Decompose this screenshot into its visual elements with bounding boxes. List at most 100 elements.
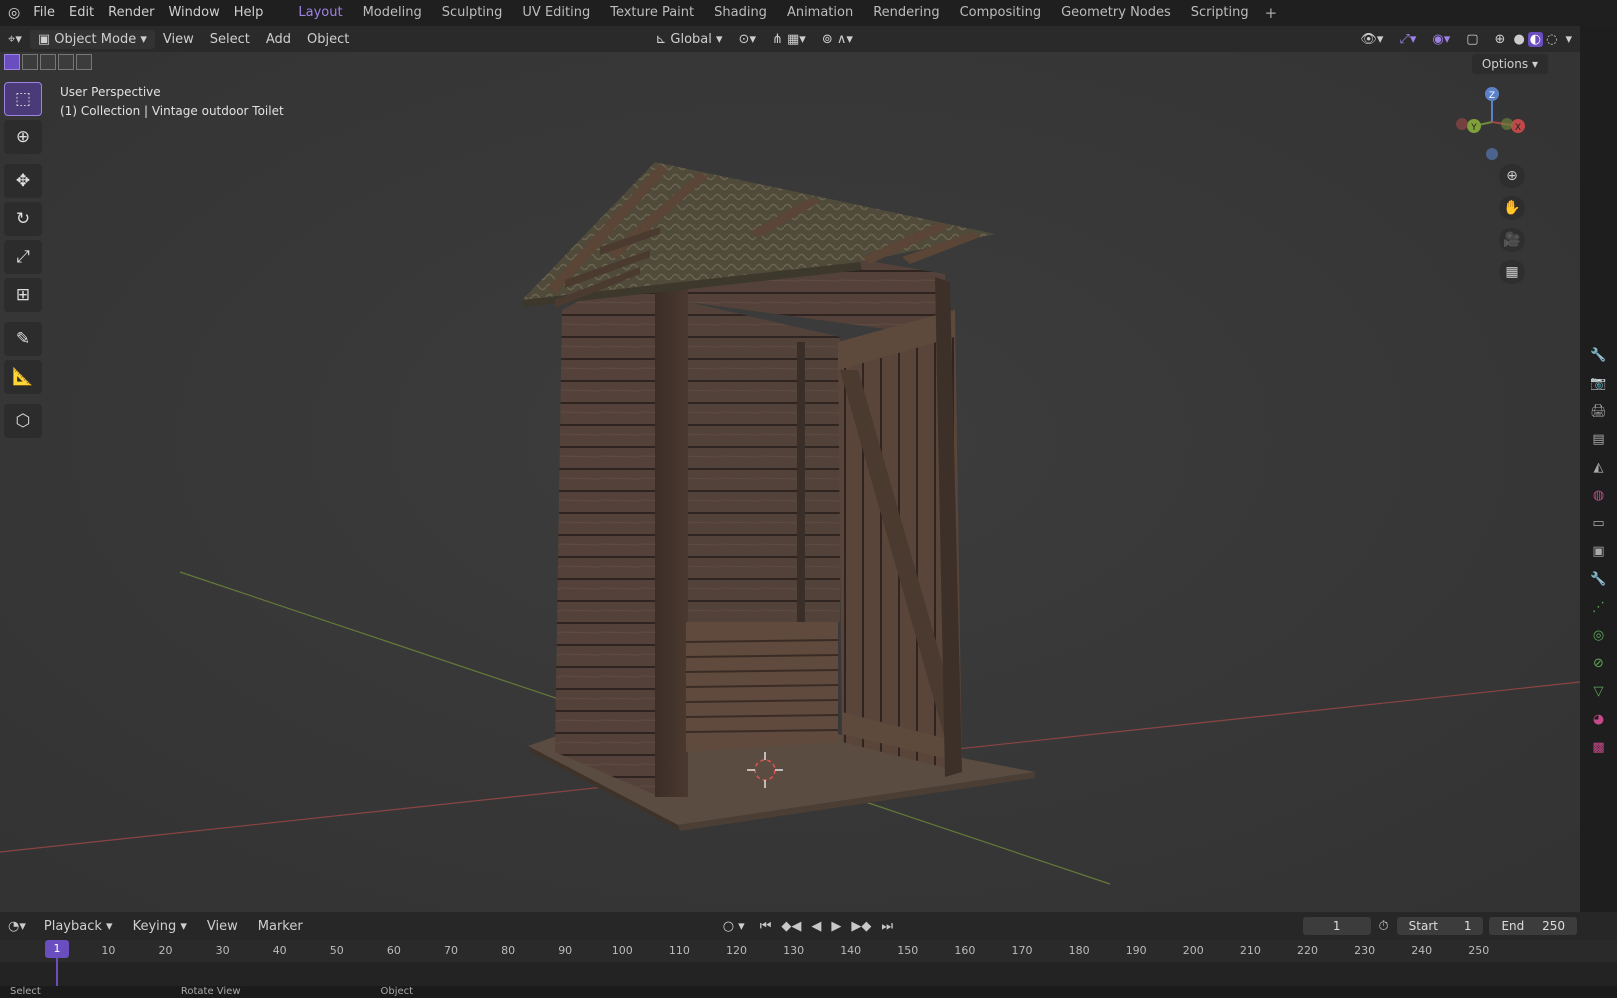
start-frame-field[interactable]: Start 1 (1396, 917, 1484, 935)
menu-file[interactable]: File (26, 0, 62, 26)
tool-properties-icon[interactable]: 🔧 (1589, 346, 1609, 366)
particles-icon[interactable]: ⋰ (1589, 598, 1609, 618)
tab-compositing[interactable]: Compositing (950, 0, 1052, 26)
timeline-ruler[interactable]: 10 20 30 40 50 60 70 80 90 100 110 120 130 140 150 160 1… (0, 940, 1617, 962)
menu-help[interactable]: Help (227, 0, 271, 26)
timeline-editor-icon[interactable]: ◔▾ (0, 919, 34, 934)
3d-viewport[interactable]: ⬚ ⊕ ✥ ↻ ⤢ ⊞ ✎ 📐 ⬡ User Perspective (1) C… (0, 52, 1580, 912)
output-properties-icon[interactable]: 🖨 (1589, 402, 1609, 422)
timeline-tick: 220 (1296, 944, 1318, 957)
render-properties-icon[interactable]: 📷 (1589, 374, 1609, 394)
scale-tool-icon[interactable]: ⤢ (4, 240, 42, 274)
material-icon[interactable]: ◕ (1589, 710, 1609, 730)
menu-edit[interactable]: Edit (62, 0, 101, 26)
collection-icon[interactable]: ▭ (1589, 514, 1609, 534)
transform-tool-icon[interactable]: ⊞ (4, 278, 42, 312)
select-invert-icon[interactable] (58, 54, 74, 70)
timeline-menu-playback[interactable]: Playback ▾ (34, 919, 123, 934)
select-subtract-icon[interactable] (40, 54, 56, 70)
end-frame-field[interactable]: End 250 (1489, 917, 1577, 935)
timeline-menu-marker[interactable]: Marker (248, 919, 313, 934)
shading-wireframe-icon[interactable]: ⊕ (1487, 32, 1514, 47)
shading-rendered-icon[interactable]: ◌ (1546, 32, 1557, 47)
physics-icon[interactable]: ◎ (1589, 626, 1609, 646)
pan-hand-icon[interactable]: ✋ (1499, 196, 1525, 220)
play-reverse-icon[interactable]: ◀ (806, 919, 826, 934)
overlay-toggle-icon[interactable]: ◉▾ (1424, 32, 1458, 47)
stopwatch-icon[interactable]: ⏱ (1371, 919, 1397, 934)
tab-texture-paint[interactable]: Texture Paint (600, 0, 704, 26)
next-keyframe-icon[interactable]: ▶◆ (846, 919, 876, 934)
timeline-menu-keying[interactable]: Keying ▾ (123, 919, 197, 934)
jump-start-icon[interactable]: ⏮ (755, 919, 777, 934)
pivot-icon[interactable]: ⊙▾ (731, 32, 764, 47)
measure-tool-icon[interactable]: 📐 (4, 360, 42, 394)
ortho-toggle-icon[interactable]: ▦ (1499, 260, 1525, 284)
zoom-icon[interactable]: ⊕ (1499, 164, 1525, 188)
options-dropdown[interactable]: Options ▾ (1471, 54, 1548, 74)
select-extend-icon[interactable] (22, 54, 38, 70)
outhouse-front-post-left (655, 232, 688, 797)
options-label: Options (1481, 57, 1529, 71)
current-frame-field[interactable]: 1 (1302, 917, 1371, 935)
scene-icon[interactable]: ◭ (1589, 458, 1609, 478)
timeline-menu-view[interactable]: View (197, 919, 248, 934)
shading-options-icon[interactable]: ▾ (1557, 32, 1580, 47)
annotate-tool-icon[interactable]: ✎ (4, 322, 42, 356)
menu-render[interactable]: Render (101, 0, 161, 26)
tab-shading[interactable]: Shading (704, 0, 777, 26)
modifier-wrench-icon[interactable]: 🔧 (1589, 570, 1609, 590)
timeline-body[interactable] (0, 962, 1617, 986)
playhead[interactable]: 1 (45, 940, 69, 958)
tab-scripting[interactable]: Scripting (1181, 0, 1259, 26)
menu-window[interactable]: Window (161, 0, 226, 26)
mode-dropdown[interactable]: ▣ Object Mode ▾ (29, 29, 155, 49)
header-menu-select[interactable]: Select (202, 32, 258, 47)
add-workspace-icon[interactable]: + (1259, 4, 1284, 22)
transform-orientation-dropdown[interactable]: ⊾ Global ▾ (647, 32, 730, 47)
header-menu-add[interactable]: Add (258, 32, 299, 47)
tab-modeling[interactable]: Modeling (353, 0, 432, 26)
header-menu-object[interactable]: Object (299, 32, 357, 47)
texture-icon[interactable]: ▩ (1589, 738, 1609, 758)
jump-end-icon[interactable]: ⏭ (876, 919, 898, 934)
data-icon[interactable]: ▽ (1589, 682, 1609, 702)
add-cube-tool-icon[interactable]: ⬡ (4, 404, 42, 438)
select-box-tool-icon[interactable]: ⬚ (4, 82, 42, 116)
xray-icon[interactable]: ▢ (1458, 32, 1486, 47)
play-icon[interactable]: ▶ (826, 919, 846, 934)
proportional-edit-icon[interactable]: ⊚ ∧▾ (814, 32, 861, 47)
tab-animation[interactable]: Animation (777, 0, 863, 26)
timeline-tick: 50 (329, 944, 344, 957)
tab-uv-editing[interactable]: UV Editing (512, 0, 600, 26)
constraints-icon[interactable]: ⊘ (1589, 654, 1609, 674)
cursor-tool-icon[interactable]: ⊕ (4, 120, 42, 154)
shading-material-icon[interactable]: ◐ (1527, 31, 1544, 47)
move-tool-icon[interactable]: ✥ (4, 164, 42, 198)
view-layer-icon[interactable]: ▤ (1589, 430, 1609, 450)
shading-solid-icon[interactable]: ● (1513, 32, 1524, 47)
camera-view-icon[interactable]: 🎥 (1499, 228, 1525, 252)
tab-geometry-nodes[interactable]: Geometry Nodes (1051, 0, 1181, 26)
tab-layout[interactable]: Layout (288, 0, 352, 26)
header-menu-view[interactable]: View (155, 32, 202, 47)
tab-rendering[interactable]: Rendering (863, 0, 949, 26)
prev-keyframe-icon[interactable]: ◆◀ (776, 919, 806, 934)
snap-icon[interactable]: ⋔ ▦▾ (764, 32, 814, 47)
autokey-icon[interactable]: ○ ▾ (713, 919, 755, 934)
visibility-icon[interactable]: 👁▾ (1352, 32, 1391, 47)
object-icon[interactable]: ▣ (1589, 542, 1609, 562)
rotate-tool-icon[interactable]: ↻ (4, 202, 42, 236)
blender-logo-icon[interactable]: ◎ (0, 5, 26, 21)
timeline-tick: 10 (101, 944, 116, 957)
world-icon[interactable]: ◍ (1589, 486, 1609, 506)
status-bar: Select Rotate View Object (0, 986, 1617, 998)
gizmo-toggle-icon[interactable]: ⤢▾ (1391, 32, 1424, 47)
select-intersect-icon[interactable] (76, 54, 92, 70)
editor-type-icon[interactable]: ⌖▾ (0, 32, 30, 47)
navigation-gizmo[interactable]: Z X Y (1452, 82, 1532, 162)
select-new-icon[interactable] (4, 54, 20, 70)
timeline-tick: 210 (1239, 944, 1261, 957)
tab-sculpting[interactable]: Sculpting (432, 0, 513, 26)
object-mode-icon: ▣ (37, 31, 51, 47)
